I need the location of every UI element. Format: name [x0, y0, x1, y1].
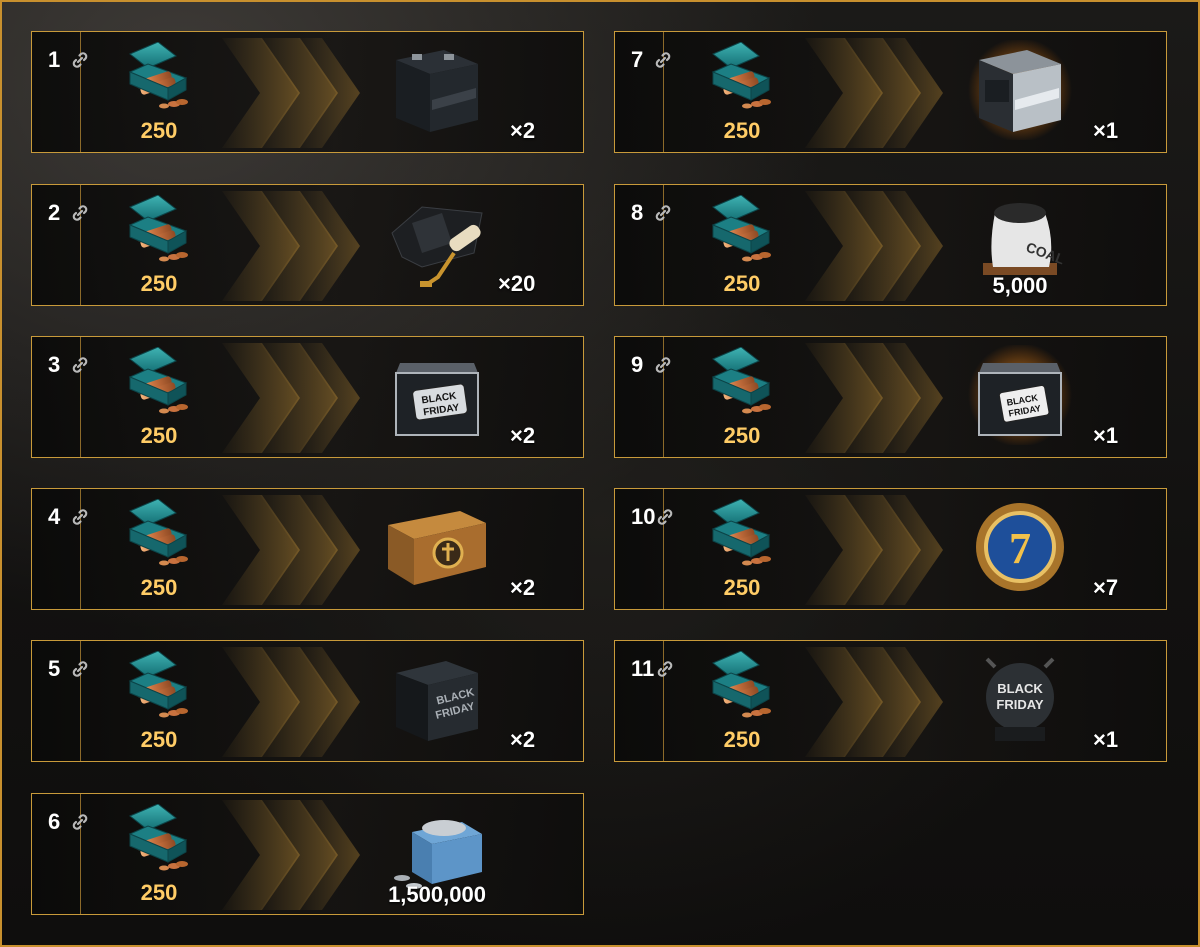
chain-link-icon: [70, 507, 90, 527]
cost-value: 250: [723, 575, 761, 600]
black-friday-box-icon: BLACK FRIDAY: [382, 649, 492, 749]
step-number: 4: [48, 504, 61, 529]
reward-card-8[interactable]: 8 250 COAL 5,000: [614, 184, 1167, 306]
reward-card-10[interactable]: 10 250 7 ×7: [614, 488, 1167, 610]
chain-link-icon: [70, 50, 90, 70]
cost-value: 250: [723, 118, 761, 143]
reward-quantity: ×2: [510, 575, 536, 600]
black-container-icon: [382, 40, 492, 140]
cost-value: 250: [140, 727, 178, 752]
step-number: 2: [48, 200, 61, 225]
reward-quantity: ×2: [510, 727, 536, 752]
cost-value: 250: [140, 575, 178, 600]
reward-card-11[interactable]: 11 250 BLACK FRIDAY ×1: [614, 640, 1167, 762]
reward-quantity: ×1: [1093, 423, 1119, 448]
reward-card-3[interactable]: 3 250 BLACK FRIDAY ×2: [31, 336, 584, 458]
teal-crate-icon: [124, 803, 194, 876]
teal-crate-icon: [124, 41, 194, 114]
chain-link-icon: [655, 507, 675, 527]
step-number: 8: [631, 200, 644, 225]
teal-crate-icon: [707, 650, 777, 723]
chain-link-icon: [653, 203, 673, 223]
chain-link-icon: [70, 812, 90, 832]
teal-crate-icon: [707, 346, 777, 419]
teal-crate-icon: [124, 650, 194, 723]
cost-value: 250: [140, 423, 178, 448]
reward-quantity: ×2: [510, 118, 536, 143]
reward-card-5[interactable]: 5 250 BLACK FRIDAY ×2: [31, 640, 584, 762]
chain-link-icon: [655, 659, 675, 679]
chain-link-icon: [70, 659, 90, 679]
step-number: 3: [48, 352, 61, 377]
progress-chevrons: [222, 38, 362, 148]
cost-value: 250: [723, 271, 761, 296]
chain-link-icon: [70, 355, 90, 375]
chain-link-icon: [653, 355, 673, 375]
cost-value: 250: [723, 423, 761, 448]
reward-quantity: 1,500,000: [388, 882, 486, 907]
progress-chevrons: [805, 495, 945, 605]
step-number: 6: [48, 809, 61, 834]
svg-text:BLACK: BLACK: [997, 681, 1043, 696]
step-number: 7: [631, 47, 644, 72]
step-number: 5: [48, 656, 61, 681]
chain-link-icon: [70, 203, 90, 223]
wooden-chest-icon: [382, 497, 492, 597]
svg-text:7: 7: [1009, 524, 1031, 573]
reward-card-9[interactable]: 9 250 BLACK FRIDAY ×1: [614, 336, 1167, 458]
step-number: 1: [48, 47, 61, 72]
black-friday-mine-icon: BLACK FRIDAY: [965, 649, 1075, 749]
step-number: 9: [631, 352, 644, 377]
glowing-container-icon: [965, 38, 1075, 142]
progress-chevrons: [805, 647, 945, 757]
camouflage-roller-icon: [382, 193, 492, 293]
black-friday-glowing-crate-icon: BLACK FRIDAY: [965, 343, 1075, 447]
teal-crate-icon: [124, 498, 194, 571]
reward-quantity: ×20: [498, 271, 536, 296]
teal-crate-icon: [124, 346, 194, 419]
reward-quantity: ×7: [1093, 575, 1119, 600]
cost-value: 250: [140, 271, 178, 296]
reward-card-7[interactable]: 7 250 ×1: [614, 31, 1167, 153]
step-number: 10: [631, 504, 656, 529]
step-number: 11: [631, 656, 655, 681]
reward-card-2[interactable]: 2 250 ×20: [31, 184, 584, 306]
reward-card-4[interactable]: 4 250 ×2: [31, 488, 584, 610]
progress-chevrons: [805, 38, 945, 148]
progress-chevrons: [222, 800, 362, 910]
svg-text:FRIDAY: FRIDAY: [996, 697, 1044, 712]
cost-value: 250: [723, 727, 761, 752]
reward-quantity: ×1: [1093, 727, 1119, 752]
reward-card-1[interactable]: 1 250 ×2: [31, 31, 584, 153]
teal-crate-icon: [124, 194, 194, 267]
reward-card-6[interactable]: 6 250 1,500,000: [31, 793, 584, 915]
teal-crate-icon: [707, 41, 777, 114]
black-friday-crate-icon: BLACK FRIDAY: [382, 345, 492, 445]
cost-value: 250: [140, 118, 178, 143]
progress-chevrons: [222, 495, 362, 605]
rewards-panel: 1 250 ×2 2 250 ×20 3 250 BLACK FRIDAY ×2…: [0, 0, 1200, 947]
progress-chevrons: [805, 343, 945, 453]
reward-quantity: 5,000: [992, 273, 1048, 298]
progress-chevrons: [222, 647, 362, 757]
progress-chevrons: [222, 343, 362, 453]
premium-days-7-icon: 7: [965, 497, 1075, 597]
progress-chevrons: [805, 191, 945, 301]
reward-quantity: ×1: [1093, 118, 1119, 143]
reward-quantity: ×2: [510, 423, 536, 448]
progress-chevrons: [222, 191, 362, 301]
chain-link-icon: [653, 50, 673, 70]
cost-value: 250: [140, 880, 178, 905]
teal-crate-icon: [707, 498, 777, 571]
teal-crate-icon: [707, 194, 777, 267]
